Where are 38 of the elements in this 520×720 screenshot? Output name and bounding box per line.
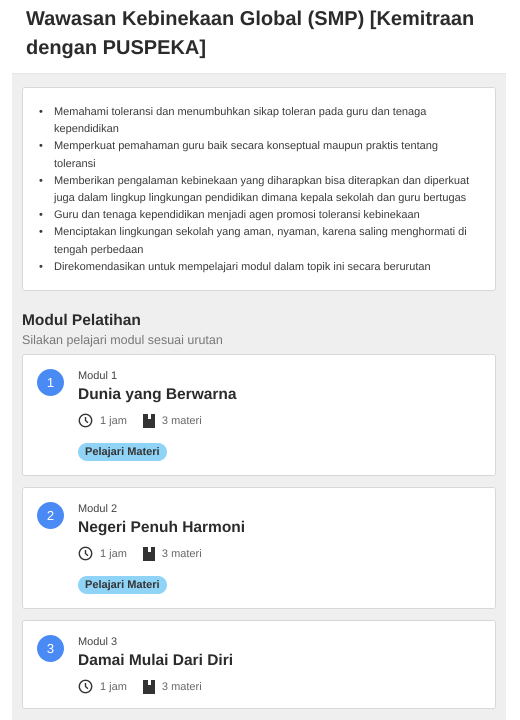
section-heading: Modul Pelatihan (22, 312, 142, 330)
page-title: Wawasan Kebinekaan Global (SMP) [Kemitraan dengan PUSPEKA] (26, 7, 476, 61)
clock-icon (78, 413, 93, 428)
clock-icon (78, 546, 93, 562)
bullet-marker: • (39, 260, 44, 275)
objective-item: Memahami toleransi dan menumbuhkan sikap toleran pada guru dan tenaga kependidikan (54, 105, 428, 138)
bullet-marker: • (39, 139, 44, 154)
book-icon (142, 414, 155, 428)
module-number: 2 (37, 502, 64, 530)
book-icon (142, 546, 155, 561)
module-label: Modul 3 (78, 635, 118, 650)
learn-button[interactable]: Pelajari Materi (78, 443, 167, 462)
bullet-marker: • (39, 174, 44, 189)
module-number: 1 (37, 369, 64, 396)
module-label: Modul 1 (78, 369, 118, 384)
materials-text: 3 materi (162, 414, 202, 427)
materials-text: 3 materi (162, 680, 202, 693)
bullet-marker: • (39, 105, 44, 120)
module-title: Negeri Penuh Harmoni (78, 519, 246, 538)
objective-item: Memberikan pengalaman kebinekaan yang diharapkan bisa diterapkan dan diperkuat juga dalam lingkup lingkungan pendidikan dimana kepala sekolah dan guru bertugas (54, 174, 470, 206)
section-subheading: Silakan pelajari modul sesuai urutan (22, 333, 224, 348)
duration-text: 1 jam (100, 548, 127, 560)
module-number: 3 (37, 635, 64, 662)
duration-text: 1 jam (100, 414, 127, 427)
objective-item: Menciptakan lingkungan sekolah yang aman, nyaman, karena saling menghormati di tengah perbedaan (54, 225, 468, 258)
duration-text: 1 jam (100, 680, 127, 693)
module-title: Dunia yang Berwarna (78, 386, 236, 404)
objective-item: Memperkuat pemahaman guru baik secara konseptual maupun praktis tentang toleransi (54, 139, 440, 172)
objective-item: Direkomendasikan untuk mempelajari modul dalam topik ini secara berurutan (54, 260, 432, 275)
clock-icon (78, 679, 93, 694)
objective-item: Guru dan tenaga kependidikan menjadi agen promosi toleransi kebinekaan (54, 208, 421, 224)
materials-text: 3 materi (162, 548, 202, 560)
module-label: Modul 2 (78, 502, 118, 516)
module-title: Damai Mulai Dari Diri (78, 652, 234, 670)
book-icon (142, 680, 155, 694)
bullet-marker: • (39, 208, 44, 224)
learn-button[interactable]: Pelajari Materi (78, 576, 167, 594)
bullet-marker: • (39, 225, 44, 240)
